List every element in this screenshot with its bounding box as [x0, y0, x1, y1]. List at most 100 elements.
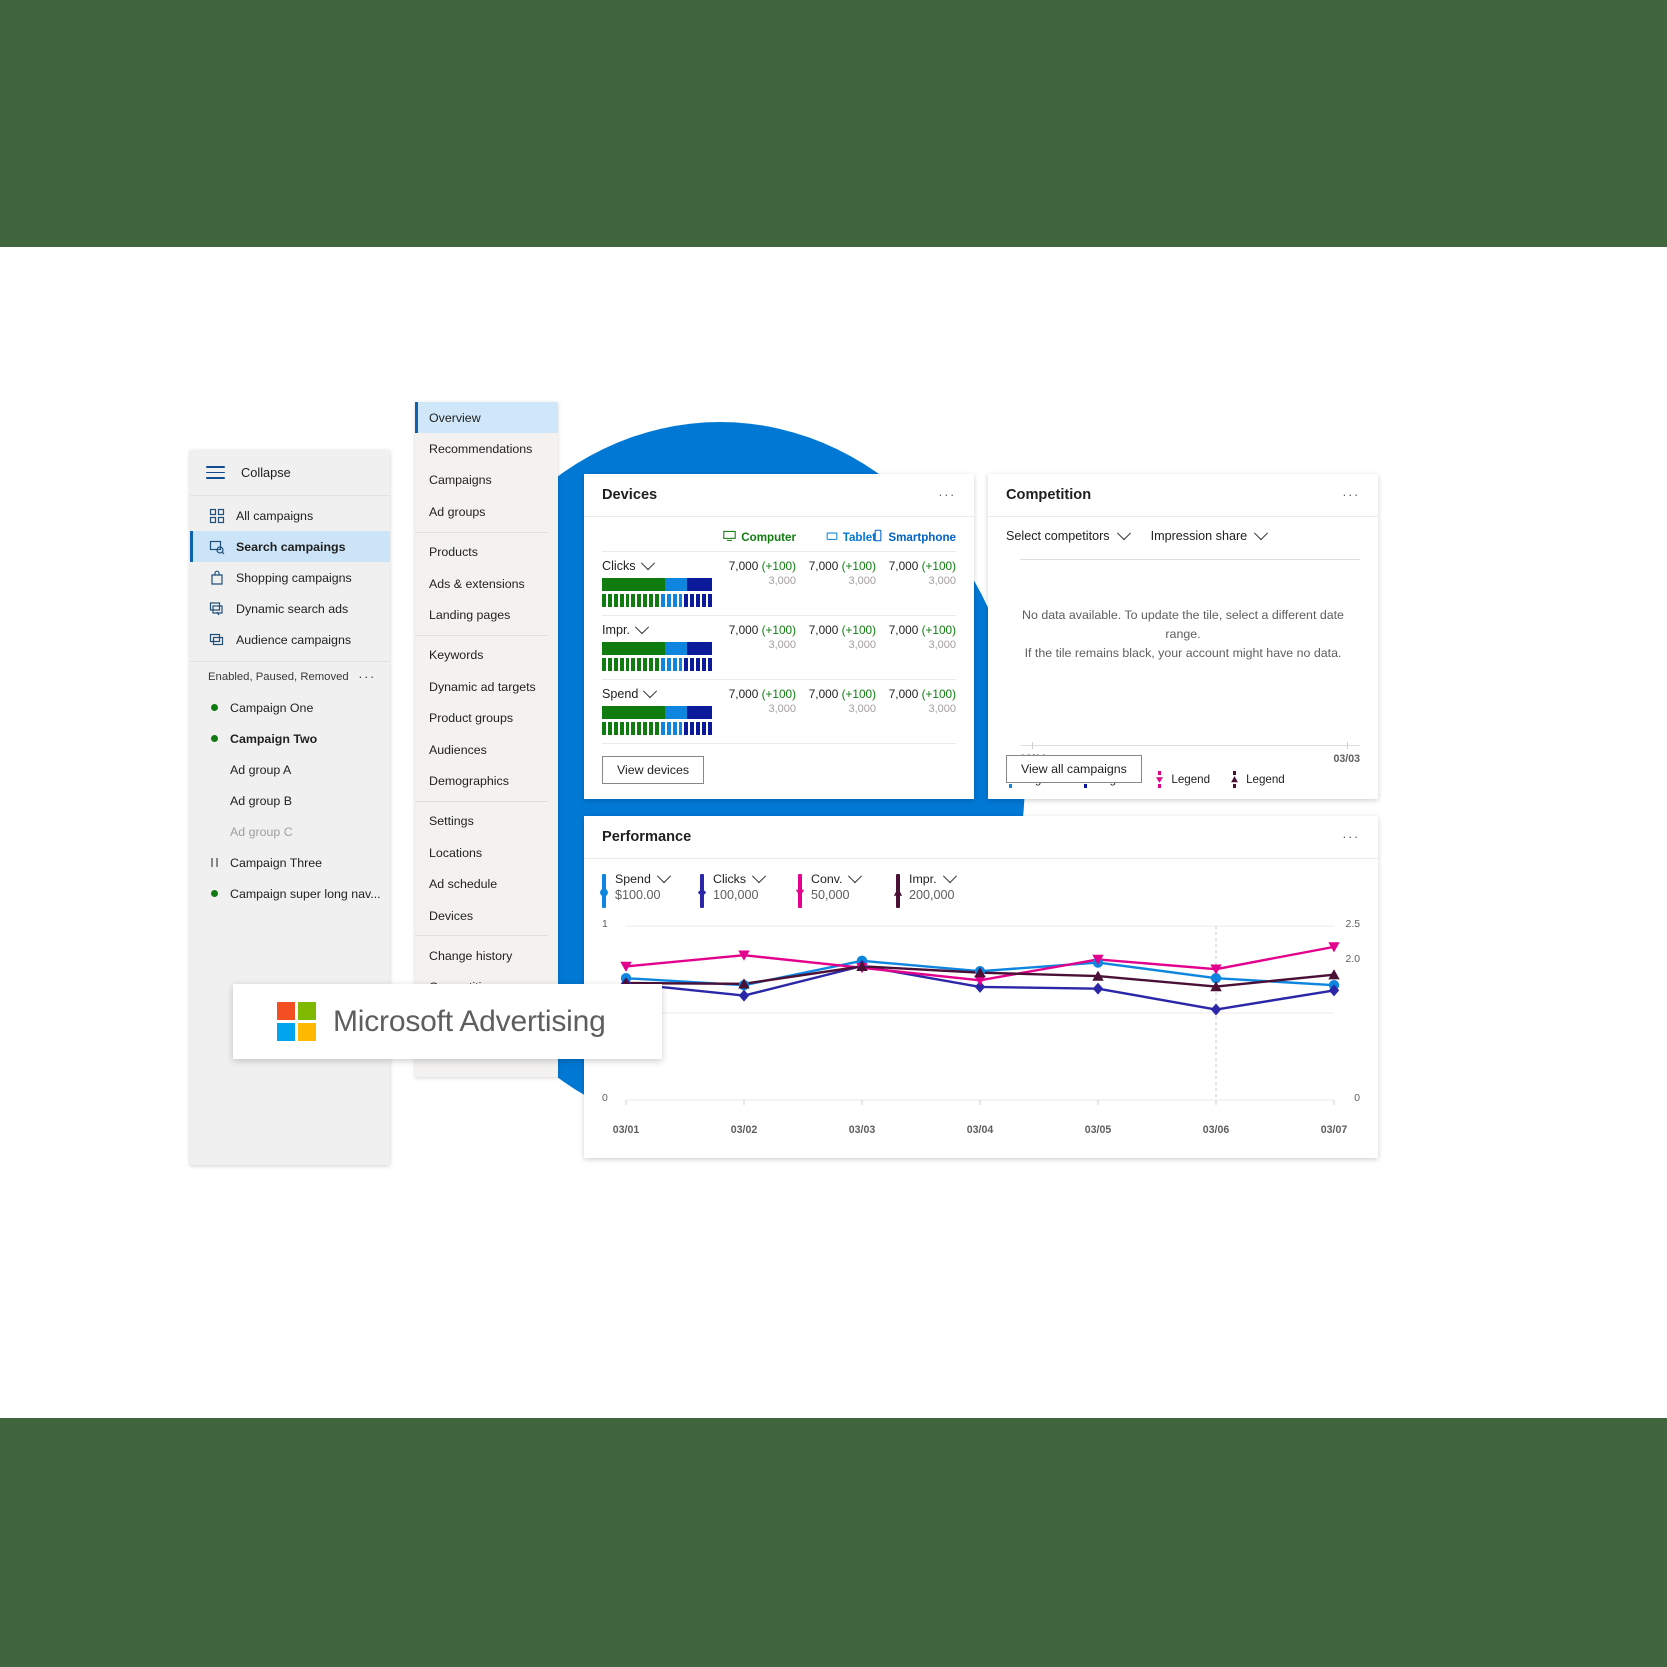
sidebar-adgroup-item[interactable]: Ad group A: [190, 754, 390, 785]
performance-card-more-icon[interactable]: ···: [1342, 830, 1360, 843]
subnav-item-ads-extensions[interactable]: Ads & extensions: [415, 568, 558, 599]
devices-value-sub: 3,000: [848, 639, 876, 651]
sidebar-item-all-campaigns[interactable]: All campaigns: [190, 500, 390, 531]
bag-icon: [208, 569, 225, 586]
subnav-separator: [415, 935, 548, 937]
subnav-item-devices[interactable]: Devices: [415, 900, 558, 931]
select-competitors-dropdown[interactable]: Select competitors: [1006, 526, 1131, 543]
campaign-filter-more-icon[interactable]: ···: [358, 670, 376, 683]
x-axis-tick: 03/04: [966, 1124, 994, 1136]
devices-value-sub: 3,000: [928, 639, 956, 651]
subnav-item-overview[interactable]: Overview: [415, 402, 558, 434]
sidebar-adgroup-item[interactable]: Ad group B: [190, 785, 390, 816]
devices-row-left: Spend: [602, 684, 716, 735]
sidebar-campaign-item[interactable]: Campaign Three: [190, 847, 390, 878]
subnav-item-ad-schedule[interactable]: Ad schedule: [415, 868, 558, 899]
devices-value-cell: 7,000 (+100) 3,000: [716, 623, 796, 651]
performance-metric-conv-[interactable]: Conv. 50,000: [795, 869, 896, 908]
subnav-item-ad-groups[interactable]: Ad groups: [415, 496, 558, 527]
monitor-icon: [723, 529, 736, 545]
left-axis-tick: 1: [602, 919, 608, 930]
subnav-item-demographics[interactable]: Demographics: [415, 765, 558, 796]
metric-text: Conv. 50,000: [811, 869, 863, 904]
devices-column-headers: Computer Tablet Smartphone: [602, 529, 956, 552]
collapse-row[interactable]: Collapse: [190, 450, 390, 496]
sidebar-item-label: Shopping campaigns: [236, 570, 352, 585]
sidebar-campaign-label: Campaign Three: [230, 855, 323, 870]
collapse-label: Collapse: [241, 465, 291, 480]
metric-text: Impr. 200,000: [909, 869, 957, 904]
devices-value: 7,000 (+100): [876, 687, 956, 701]
view-devices-button[interactable]: View devices: [602, 756, 705, 784]
metric-dropdown[interactable]: Conv.: [811, 869, 863, 886]
devices-value: 7,000 (+100): [796, 623, 876, 637]
devices-value-sub: 3,000: [768, 575, 796, 587]
devices-metric-dropdown[interactable]: Spend: [602, 684, 716, 701]
metric-color-swatch: [697, 874, 707, 908]
subnav-item-audiences[interactable]: Audiences: [415, 734, 558, 765]
devices-value-number: 7,000: [888, 687, 919, 701]
subnav-item-change-history[interactable]: Change history: [415, 940, 558, 971]
legend-marker-icon: [1230, 771, 1239, 788]
devices-value-delta: (+100): [921, 559, 956, 573]
metric-dropdown[interactable]: Impr.: [909, 869, 957, 886]
devices-value-delta: (+100): [921, 623, 956, 637]
competition-legend-item[interactable]: Legend: [1155, 771, 1210, 788]
sidebar-item-label: All campaigns: [236, 508, 314, 523]
performance-metric-spend[interactable]: Spend $100.00: [600, 869, 700, 908]
competition-empty-line-2: If the tile remains black, your account …: [1024, 646, 1342, 661]
metric-label: Spend: [615, 872, 651, 886]
metric-dropdown[interactable]: Clicks: [713, 869, 767, 886]
subnav-item-locations[interactable]: Locations: [415, 837, 558, 868]
subnav-separator: [415, 531, 548, 533]
subnav-item-landing-pages[interactable]: Landing pages: [415, 599, 558, 630]
sidebar-item-dynamic-search-ads[interactable]: Dynamic search ads: [190, 593, 390, 624]
sidebar-item-label: Search campaings: [236, 539, 346, 554]
subnav-item-products[interactable]: Products: [415, 537, 558, 568]
right-axis-tick: 2.5: [1345, 919, 1360, 930]
competition-card-more-icon[interactable]: ···: [1342, 488, 1360, 501]
devices-value-number: 7,000: [728, 623, 759, 637]
devices-value-cell: 7,000 (+100) 3,000: [876, 623, 956, 651]
view-all-campaigns-button[interactable]: View all campaigns: [1006, 755, 1142, 783]
sidebar-campaign-item[interactable]: Campaign super long nav...: [190, 878, 390, 909]
performance-metric-impr-[interactable]: Impr. 200,000: [893, 869, 994, 908]
subnav-item-campaigns[interactable]: Campaigns: [415, 465, 558, 496]
campaign-filter-row[interactable]: Enabled, Paused, Removed ···: [190, 662, 390, 692]
subnav-item-recommendations[interactable]: Recommendations: [415, 433, 558, 464]
x-axis-tick: 03/03: [848, 1124, 876, 1136]
devices-value: 7,000 (+100): [876, 559, 956, 573]
sidebar-campaign-label: Campaign One: [230, 700, 314, 715]
sidebar-item-shopping-campaigns[interactable]: Shopping campaigns: [190, 562, 390, 593]
legend-marker-icon: [1155, 771, 1164, 788]
sidebar-campaign-item[interactable]: Campaign Two: [190, 723, 390, 754]
x-axis-tick: 03/01: [612, 1124, 640, 1136]
devices-tick-bar: [602, 722, 712, 735]
sidebar-item-audience-campaigns[interactable]: Audience campaigns: [190, 624, 390, 655]
subnav-item-product-groups[interactable]: Product groups: [415, 703, 558, 734]
hamburger-icon[interactable]: [206, 466, 225, 479]
devices-row: Clicks 7,000 (+100) 3,000 7,000 (+100) 3…: [602, 552, 956, 616]
subnav-item-dynamic-ad-targets[interactable]: Dynamic ad targets: [415, 671, 558, 702]
impression-share-dropdown[interactable]: Impression share: [1151, 526, 1269, 543]
sidebar-item-search-campaings[interactable]: Search campaings: [190, 531, 390, 562]
logo-square: [277, 1002, 295, 1020]
left-axis-tick: 0: [602, 1093, 608, 1104]
performance-metric-clicks[interactable]: Clicks 100,000: [697, 869, 798, 908]
competition-card-header: Competition ···: [988, 474, 1378, 517]
sidebar-adgroup-item[interactable]: Ad group C: [190, 816, 390, 847]
subnav-item-keywords[interactable]: Keywords: [415, 640, 558, 671]
chevron-down-icon: [1254, 526, 1269, 541]
metric-dropdown[interactable]: Spend: [615, 869, 671, 886]
competition-card-body: Select competitors Impression share No d…: [988, 517, 1378, 792]
competition-legend-item[interactable]: Legend: [1230, 771, 1285, 788]
devices-metric-dropdown[interactable]: Impr.: [602, 620, 716, 637]
devices-metric-dropdown[interactable]: Clicks: [602, 556, 716, 573]
metric-text: Spend $100.00: [615, 869, 671, 904]
sidebar-campaign-item[interactable]: Campaign One: [190, 692, 390, 723]
devices-value-sub: 3,000: [848, 575, 876, 587]
devices-card-more-icon[interactable]: ···: [938, 488, 956, 501]
devices-value-sub: 3,000: [928, 703, 956, 715]
subnav-item-settings[interactable]: Settings: [415, 806, 558, 837]
brand-name: Microsoft Advertising: [333, 1004, 606, 1038]
